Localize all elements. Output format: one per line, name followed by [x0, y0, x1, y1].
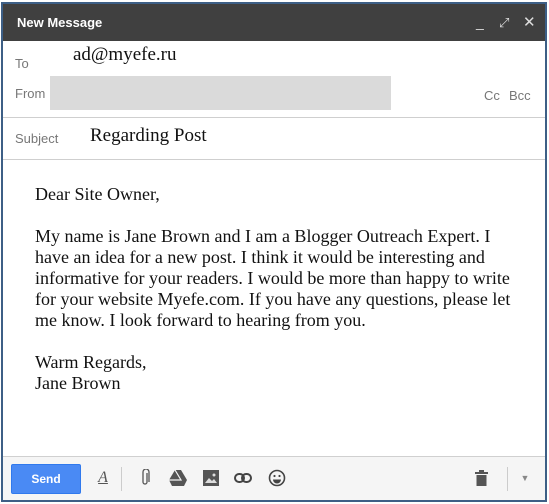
to-label: To: [15, 56, 29, 71]
send-button[interactable]: Send: [11, 464, 81, 494]
message-body[interactable]: Dear Site Owner, My name is Jane Brown a…: [35, 184, 515, 415]
subject-field[interactable]: Regarding Post: [90, 125, 207, 147]
body-paragraph: My name is Jane Brown and I am a Blogger…: [35, 226, 511, 330]
link-icon[interactable]: [231, 465, 255, 491]
title-bar: New Message: [3, 4, 545, 41]
window-title: New Message: [17, 15, 103, 30]
to-field[interactable]: ad@myefe.ru: [73, 44, 176, 66]
from-label: From: [15, 86, 46, 101]
minimize-icon[interactable]: _: [476, 4, 484, 41]
separator: [507, 467, 508, 491]
from-field-redacted[interactable]: [50, 76, 391, 110]
divider: [3, 117, 545, 118]
expand-icon[interactable]: ⤢: [499, 4, 509, 41]
delete-icon[interactable]: [469, 465, 493, 491]
formatting-icon[interactable]: A: [91, 465, 115, 491]
separator: [121, 467, 122, 491]
subject-label: Subject: [15, 131, 59, 146]
compose-window: New Message _ ⤢ ✕ To ad@myefe.ru From Cc…: [1, 2, 547, 502]
signature: Warm Regards, Jane Brown: [35, 352, 147, 393]
cc-link[interactable]: Cc: [484, 88, 500, 103]
more-options-icon[interactable]: ▼: [513, 465, 537, 491]
close-icon[interactable]: ✕: [523, 4, 536, 41]
insert-photo-icon[interactable]: [199, 465, 223, 491]
attach-icon[interactable]: [133, 465, 157, 491]
compose-toolbar: Send A ▼: [3, 456, 545, 500]
greeting: Dear Site Owner,: [35, 184, 160, 204]
bcc-link[interactable]: Bcc: [509, 88, 531, 103]
emoji-icon[interactable]: [265, 465, 289, 491]
drive-icon[interactable]: [166, 465, 190, 491]
divider: [3, 159, 545, 160]
